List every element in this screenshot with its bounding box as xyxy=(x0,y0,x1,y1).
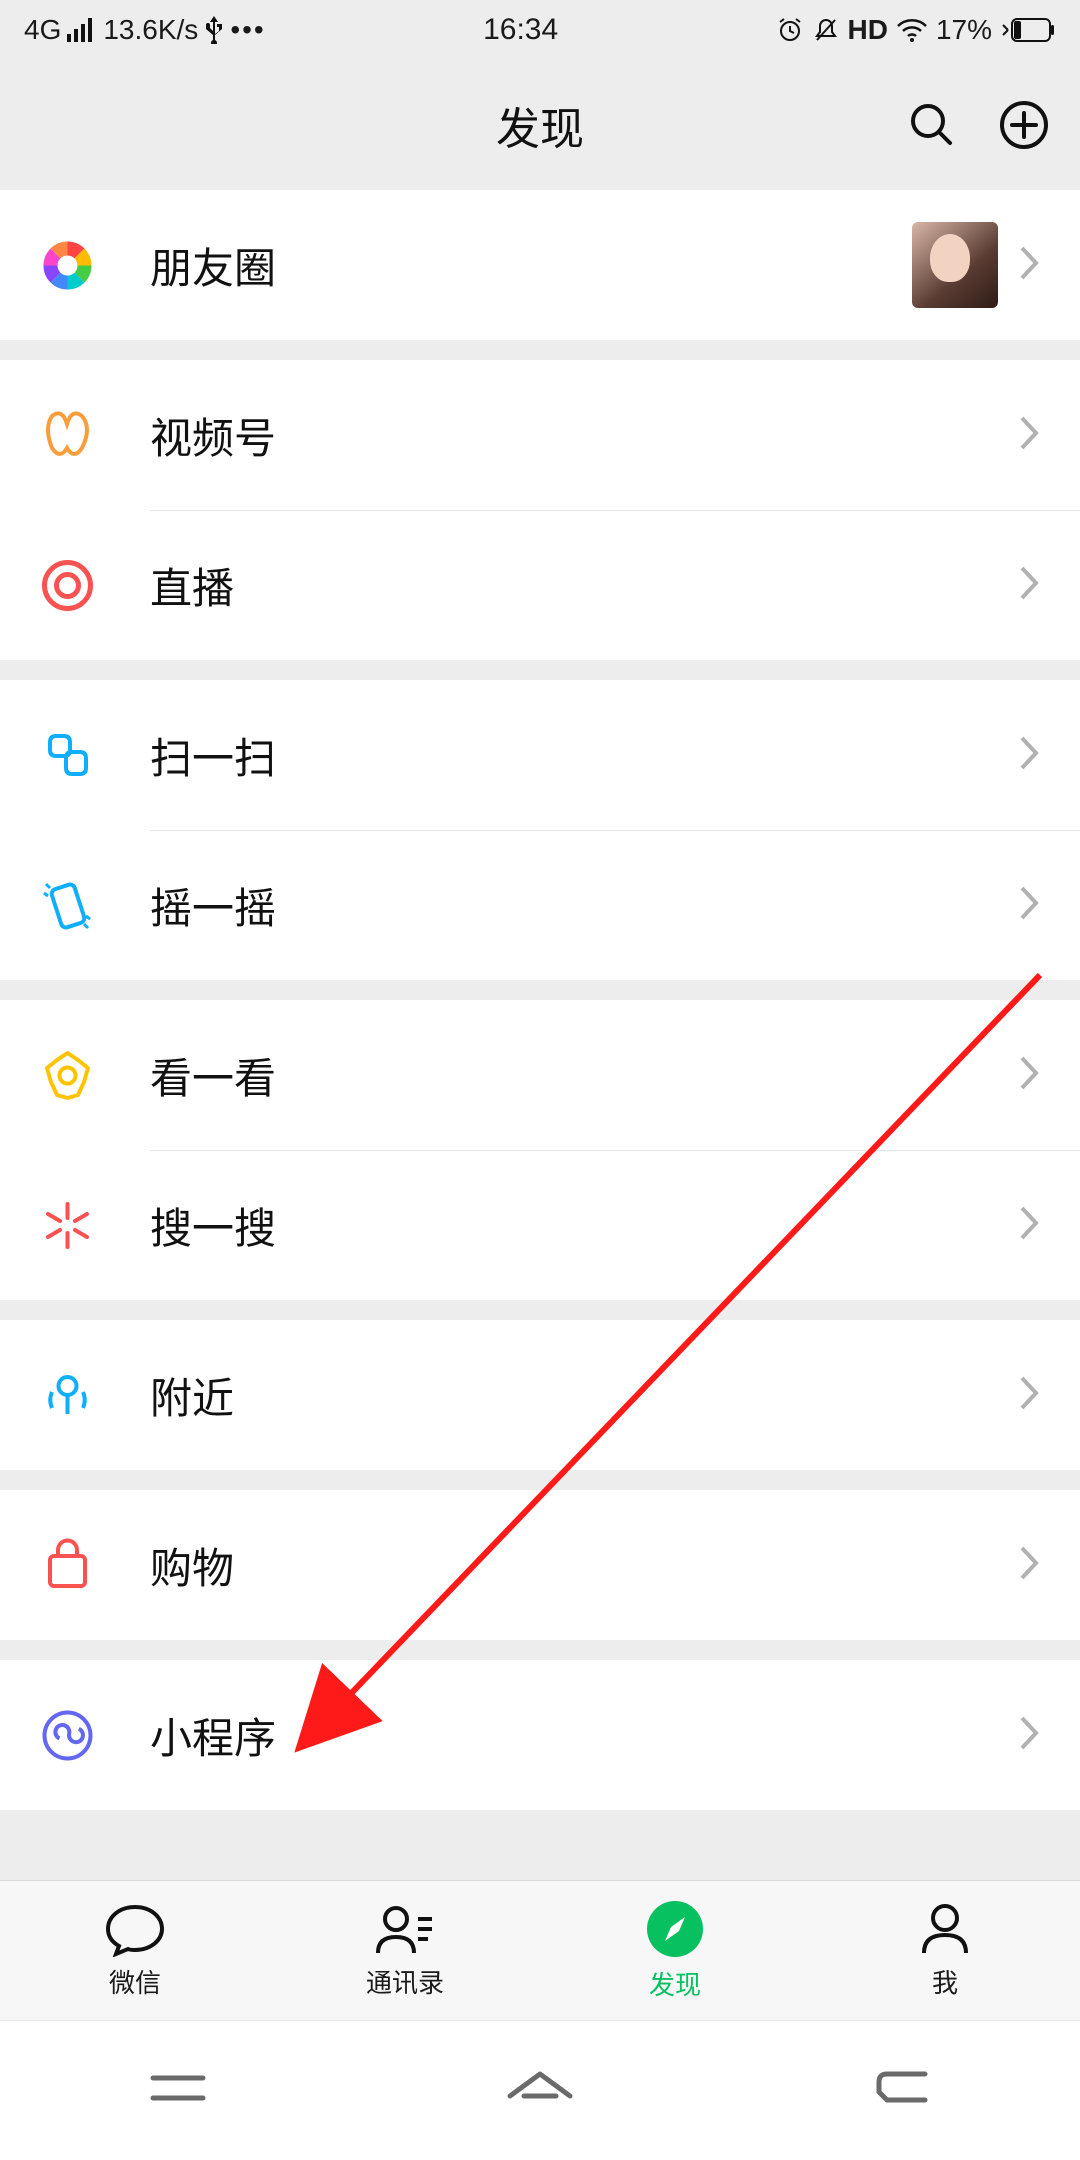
signal-icon xyxy=(67,18,97,42)
live-icon xyxy=(40,558,95,613)
item-topstories[interactable]: 看一看 xyxy=(0,1000,1080,1150)
item-label: 朋友圈 xyxy=(150,235,912,296)
chevron-right-icon xyxy=(1018,414,1040,457)
chevron-right-icon xyxy=(1018,734,1040,777)
tab-discover[interactable]: 发现 xyxy=(540,1881,810,2020)
nav-home-icon[interactable] xyxy=(500,2064,580,2117)
moments-icon xyxy=(40,238,95,293)
moments-avatar xyxy=(912,222,998,308)
item-channels[interactable]: 视频号 xyxy=(0,360,1080,510)
item-moments[interactable]: 朋友圈 xyxy=(0,190,1080,340)
chevron-right-icon xyxy=(1018,1544,1040,1587)
tab-me[interactable]: 我 xyxy=(810,1881,1080,2020)
discover-icon xyxy=(645,1899,705,1959)
item-label: 小程序 xyxy=(150,1705,1018,1766)
data-speed: 13.6K/s xyxy=(103,14,198,46)
chevron-right-icon xyxy=(1018,1204,1040,1247)
status-bar: 4G 13.6K/s ••• 16:34 HD 17% xyxy=(0,0,1080,60)
more-dots-icon: ••• xyxy=(230,14,265,46)
scan-icon xyxy=(40,728,95,783)
tab-contacts[interactable]: 通讯录 xyxy=(270,1881,540,2020)
shake-icon xyxy=(40,878,95,933)
tab-chat[interactable]: 微信 xyxy=(0,1881,270,2020)
item-label: 搜一搜 xyxy=(150,1195,1018,1256)
item-label: 购物 xyxy=(150,1535,1018,1596)
miniprogram-icon xyxy=(40,1708,95,1763)
item-scan[interactable]: 扫一扫 xyxy=(0,680,1080,830)
header: 发现 xyxy=(0,60,1080,190)
network-type: 4G xyxy=(24,14,61,46)
item-label: 视频号 xyxy=(150,405,1018,466)
item-nearby[interactable]: 附近 xyxy=(0,1320,1080,1470)
battery-percent: 17% xyxy=(936,14,992,46)
content: 朋友圈 视频号 直播 扫一扫 xyxy=(0,190,1080,1880)
alarm-icon xyxy=(776,16,804,44)
usb-icon xyxy=(204,16,224,44)
chevron-right-icon xyxy=(1018,564,1040,607)
system-navbar xyxy=(0,2020,1080,2160)
contacts-icon xyxy=(374,1901,436,1957)
item-label: 摇一摇 xyxy=(150,875,1018,936)
item-label: 看一看 xyxy=(150,1045,1018,1106)
item-miniprograms[interactable]: 小程序 xyxy=(0,1660,1080,1810)
search-icon[interactable] xyxy=(906,99,958,151)
item-shopping[interactable]: 购物 xyxy=(0,1490,1080,1640)
search-discover-icon xyxy=(40,1198,95,1253)
status-left: 4G 13.6K/s ••• xyxy=(24,14,266,46)
channels-icon xyxy=(40,408,95,463)
chevron-right-icon xyxy=(1018,884,1040,927)
topstories-icon xyxy=(40,1048,95,1103)
tabbar: 微信 通讯录 发现 我 xyxy=(0,1880,1080,2020)
tab-label: 我 xyxy=(932,1963,958,2000)
item-label: 附近 xyxy=(150,1365,1018,1426)
mute-icon xyxy=(812,16,840,44)
me-icon xyxy=(914,1901,976,1957)
item-label: 扫一扫 xyxy=(150,725,1018,786)
chevron-right-icon xyxy=(1018,1054,1040,1097)
nav-menu-icon[interactable] xyxy=(143,2064,213,2117)
tab-label: 发现 xyxy=(649,1965,701,2002)
add-icon[interactable] xyxy=(998,99,1050,151)
wifi-icon xyxy=(896,18,928,42)
battery-charging-icon xyxy=(1000,17,1056,43)
tab-label: 通讯录 xyxy=(366,1963,444,2000)
nearby-icon xyxy=(40,1368,95,1423)
nav-back-icon[interactable] xyxy=(867,2064,937,2117)
item-shake[interactable]: 摇一摇 xyxy=(0,830,1080,980)
shopping-icon xyxy=(40,1538,95,1593)
chat-icon xyxy=(104,1901,166,1957)
item-live[interactable]: 直播 xyxy=(0,510,1080,660)
item-search-discover[interactable]: 搜一搜 xyxy=(0,1150,1080,1300)
chevron-right-icon xyxy=(1018,1374,1040,1417)
hd-indicator: HD xyxy=(848,14,888,46)
chevron-right-icon xyxy=(1018,244,1040,287)
status-right: HD 17% xyxy=(776,14,1057,46)
item-label: 直播 xyxy=(150,555,1018,616)
chevron-right-icon xyxy=(1018,1714,1040,1757)
status-time: 16:34 xyxy=(483,13,558,47)
tab-label: 微信 xyxy=(109,1963,161,2000)
